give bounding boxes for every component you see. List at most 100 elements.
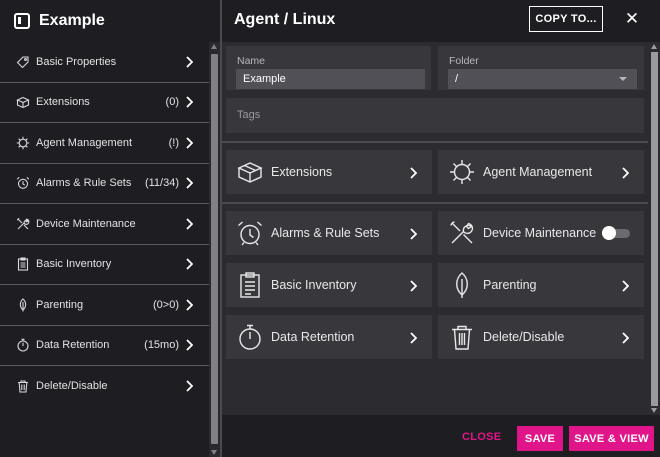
card-label: Agent Management [483, 165, 593, 179]
card-label: Delete/Disable [483, 330, 565, 344]
gear-icon [448, 158, 476, 186]
clipboard-icon [236, 271, 264, 299]
sidebar-item-badge: (11/34) [144, 177, 179, 190]
sidebar-item-label: Device Maintenance [36, 217, 136, 230]
chevron-right-icon [185, 96, 195, 108]
chevron-right-icon [409, 331, 418, 344]
sidebar-item-extensions[interactable]: Extensions (0) [0, 83, 209, 123]
stopwatch-icon [236, 323, 264, 351]
app-logo-icon [14, 13, 30, 29]
scroll-down-arrow-icon[interactable] [211, 450, 217, 455]
card-alarms-rule-sets[interactable]: Alarms & Rule Sets [226, 211, 432, 255]
sidebar-item-alarms-rule-sets[interactable]: Alarms & Rule Sets (11/34) [0, 164, 209, 204]
folder-label: Folder [449, 55, 479, 67]
alarm-clock-icon [236, 219, 264, 247]
sidebar-item-label: Basic Inventory [36, 258, 112, 271]
sidebar-item-basic-properties[interactable]: Basic Properties [0, 42, 209, 83]
chevron-right-icon [621, 279, 630, 292]
scroll-up-arrow-icon[interactable] [650, 44, 657, 49]
folder-selected-value: / [455, 73, 459, 85]
main-scrollbar[interactable] [648, 42, 660, 415]
card-data-retention[interactable]: Data Retention [226, 315, 432, 359]
chevron-right-icon [185, 380, 195, 392]
sidebar-item-delete-disable[interactable]: Delete/Disable [0, 366, 209, 407]
trash-icon [448, 323, 476, 351]
tags-placeholder: Tags [237, 109, 261, 121]
toggle-knob [602, 226, 616, 240]
footer-bar: CLOSE SAVE SAVE & VIEW [222, 415, 660, 457]
section-divider [222, 202, 660, 204]
main-panel: Agent / Linux COPY TO... ✕ Name Example … [222, 0, 660, 457]
sidebar-nav: Basic Properties Extensions (0) Agent Ma… [0, 42, 209, 407]
package-icon [16, 95, 30, 109]
card-agent-management[interactable]: Agent Management [438, 150, 644, 194]
chevron-right-icon [409, 166, 418, 179]
sidebar-item-device-maintenance[interactable]: Device Maintenance [0, 204, 209, 245]
tools-icon [16, 217, 30, 231]
sidebar-item-label: Parenting [36, 298, 84, 311]
sidebar-item-badge: (!) [168, 136, 179, 149]
card-label: Alarms & Rule Sets [271, 226, 380, 240]
card-label: Extensions [271, 165, 333, 179]
close-button[interactable]: CLOSE [462, 431, 501, 443]
sidebar-scroll-thumb[interactable] [211, 54, 218, 444]
trash-icon [16, 379, 30, 393]
page-title: Agent / Linux [234, 11, 336, 28]
chevron-right-icon [409, 227, 418, 240]
sidebar-title: Example [39, 12, 105, 29]
dropdown-caret-icon [619, 77, 627, 81]
sidebar-item-label: Data Retention [36, 339, 110, 352]
sidebar-item-data-retention[interactable]: Data Retention (15mo) [0, 326, 209, 366]
card-device-maintenance[interactable]: Device Maintenance [438, 211, 644, 255]
sidebar-item-label: Basic Properties [36, 55, 117, 68]
chevron-right-icon [185, 339, 195, 351]
save-button[interactable]: SAVE [517, 426, 563, 451]
card-label: Parenting [483, 278, 537, 292]
close-icon[interactable]: ✕ [624, 9, 640, 29]
gear-icon [16, 136, 30, 150]
card-parenting[interactable]: Parenting [438, 263, 644, 307]
chevron-right-icon [185, 56, 195, 68]
card-delete-disable[interactable]: Delete/Disable [438, 315, 644, 359]
sidebar-item-label: Alarms & Rule Sets [36, 177, 132, 190]
scroll-down-arrow-icon[interactable] [650, 408, 657, 413]
chevron-right-icon [621, 166, 630, 179]
sidebar-item-parenting[interactable]: Parenting (0>0) [0, 285, 209, 326]
tags-input[interactable]: Tags [226, 98, 644, 133]
tag-icon [16, 55, 30, 69]
card-basic-inventory[interactable]: Basic Inventory [226, 263, 432, 307]
name-input[interactable]: Example [236, 69, 425, 89]
copy-to-button[interactable]: COPY TO... [529, 6, 603, 32]
chevron-right-icon [409, 279, 418, 292]
card-label: Device Maintenance [483, 226, 597, 240]
leaf-icon [448, 271, 476, 299]
app-window: Example Basic Properties Extensions (0) [0, 0, 660, 457]
section-divider [222, 141, 660, 143]
main-scroll-thumb[interactable] [651, 52, 658, 406]
tools-icon [448, 219, 476, 247]
sidebar-item-label: Delete/Disable [36, 380, 108, 393]
sidebar-item-agent-management[interactable]: Agent Management (!) [0, 123, 209, 164]
device-maintenance-toggle[interactable] [602, 226, 630, 240]
leaf-icon [16, 298, 30, 312]
name-field-group: Name Example [226, 46, 431, 90]
sidebar-item-badge: (0) [165, 96, 179, 109]
scroll-up-arrow-icon[interactable] [211, 44, 217, 49]
save-and-view-button[interactable]: SAVE & VIEW [569, 426, 654, 451]
chevron-right-icon [621, 331, 630, 344]
card-extensions[interactable]: Extensions [226, 150, 432, 194]
sidebar-item-basic-inventory[interactable]: Basic Inventory [0, 245, 209, 285]
card-label: Basic Inventory [271, 278, 357, 292]
sidebar-item-badge: (0>0) [153, 298, 179, 311]
stopwatch-icon [16, 338, 30, 352]
alarm-clock-icon [16, 176, 30, 190]
sidebar-item-label: Agent Management [36, 136, 133, 149]
main-header: Agent / Linux COPY TO... ✕ [222, 0, 660, 42]
sidebar-header: Example [0, 0, 220, 42]
folder-select[interactable]: / [448, 69, 637, 89]
sidebar-item-label: Extensions [36, 96, 90, 109]
chevron-right-icon [185, 299, 195, 311]
sidebar-scrollbar[interactable] [209, 42, 220, 457]
chevron-right-icon [185, 218, 195, 230]
clipboard-icon [16, 257, 30, 271]
